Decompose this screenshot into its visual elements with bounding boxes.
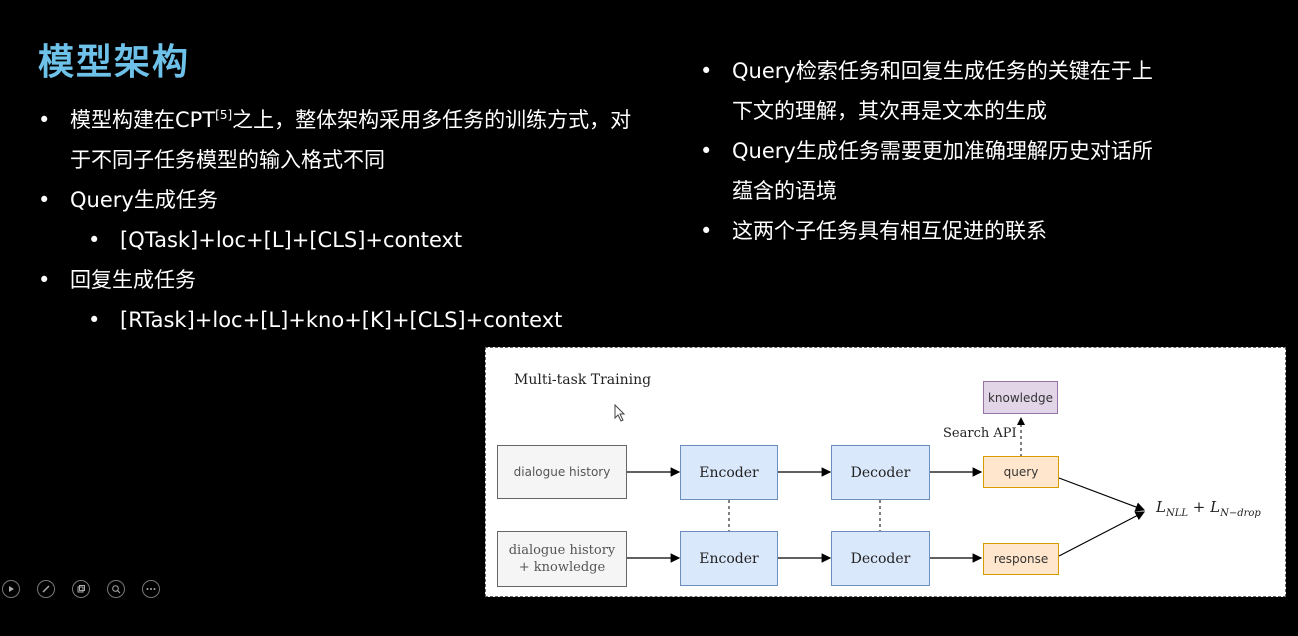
loss-subscript: NLL — [1165, 508, 1188, 519]
bullet-text: 回复生成任务 — [70, 268, 196, 292]
presentation-toolbar — [2, 580, 160, 598]
box-label: Decoder — [850, 464, 911, 481]
arrow-query-loss — [1058, 477, 1146, 512]
zoom-icon[interactable] — [107, 580, 125, 598]
bullet-dot: • — [88, 308, 101, 332]
left-bullet-list: • 模型构建在CPT[5]之上，整体架构采用多任务的训练方式，对 于不同子任务模… — [38, 100, 678, 340]
play-icon[interactable] — [2, 580, 20, 598]
box-label: + knowledge — [518, 560, 606, 575]
query-box: query — [983, 456, 1059, 488]
bullet-dot: • — [700, 59, 713, 83]
search-api-label: Search API — [943, 426, 1017, 441]
bullet-text: 模型构建在CPT — [70, 108, 216, 132]
bullet-text: 蕴含的语境 — [732, 179, 837, 203]
bullet-text: 于不同子任务模型的输入格式不同 — [70, 148, 385, 172]
bullet-dot: • — [88, 228, 101, 252]
bullet-text: [QTask]+loc+[L]+[CLS]+context — [120, 228, 463, 252]
bullet-dot: • — [38, 108, 51, 132]
bullet-key-understanding: • Query检索任务和回复生成任务的关键在于上 下文的理解，其次再是文本的生成 — [700, 51, 1220, 131]
bullet-response-task: • 回复生成任务 — [38, 260, 678, 300]
bullet-model-build: • 模型构建在CPT[5]之上，整体架构采用多任务的训练方式，对 于不同子任务模… — [38, 100, 678, 180]
box-label: Encoder — [699, 464, 759, 481]
right-bullet-list: • Query检索任务和回复生成任务的关键在于上 下文的理解，其次再是文本的生成… — [700, 51, 1220, 251]
box-label: dialogue history — [513, 465, 611, 479]
bullet-dot: • — [38, 188, 51, 212]
bullet-text: [RTask]+loc+[L]+kno+[K]+[CLS]+context — [120, 308, 563, 332]
box-label: response — [993, 552, 1049, 566]
encoder-bottom-box: Encoder — [680, 531, 778, 586]
slide-title: 模型架构 — [38, 42, 191, 83]
bullet-query-task: • Query生成任务 — [38, 180, 678, 220]
bullet-mutual-promotion: • 这两个子任务具有相互促进的联系 — [700, 211, 1220, 251]
pen-icon[interactable] — [37, 580, 55, 598]
loss-symbol: L — [1210, 498, 1221, 516]
bullet-dot: • — [700, 219, 713, 243]
dialogue-knowledge-box: dialogue history + knowledge — [497, 531, 627, 587]
bullet-text: Query生成任务 — [70, 188, 218, 212]
loss-subscript: N−drop — [1220, 508, 1261, 519]
bullet-response-format: • [RTask]+loc+[L]+kno+[K]+[CLS]+context — [38, 300, 678, 340]
arrow-response-loss — [1058, 511, 1146, 557]
diagram-title: Multi-task Training — [514, 372, 652, 388]
loss-plus: + — [1188, 498, 1211, 516]
knowledge-box: knowledge — [983, 381, 1058, 414]
bullet-text: 这两个子任务具有相互促进的联系 — [732, 219, 1047, 243]
bullet-dot: • — [700, 139, 713, 163]
box-label: Encoder — [699, 550, 759, 567]
bullet-text: Query检索任务和回复生成任务的关键在于上 — [732, 59, 1153, 83]
box-label: knowledge — [987, 390, 1054, 405]
loss-formula: LNLL + LN−drop — [1156, 498, 1261, 519]
bullet-text: Query生成任务需要更加准确理解历史对话所 — [732, 139, 1153, 163]
citation: [5] — [215, 108, 233, 122]
encoder-top-box: Encoder — [680, 445, 778, 500]
bullet-text: 下文的理解，其次再是文本的生成 — [732, 99, 1047, 123]
bullet-query-context: • Query生成任务需要更加准确理解历史对话所 蕴含的语境 — [700, 131, 1220, 211]
box-label: dialogue history — [508, 543, 616, 558]
decoder-bottom-box: Decoder — [831, 531, 930, 586]
box-label: query — [1003, 465, 1039, 479]
copy-icon[interactable] — [72, 580, 90, 598]
box-label: Decoder — [850, 550, 911, 567]
loss-symbol: L — [1156, 498, 1166, 516]
more-icon[interactable] — [142, 580, 160, 598]
dialogue-history-box: dialogue history — [497, 445, 627, 499]
bullet-text: 之上，整体架构采用多任务的训练方式，对 — [232, 108, 632, 132]
bullet-query-format: • [QTask]+loc+[L]+[CLS]+context — [38, 220, 678, 260]
bullet-dot: • — [38, 268, 51, 292]
mouse-cursor-icon — [614, 404, 626, 422]
response-box: response — [983, 543, 1059, 575]
decoder-top-box: Decoder — [831, 445, 930, 500]
architecture-diagram: Multi-task Training dialogue history dia… — [485, 347, 1286, 597]
